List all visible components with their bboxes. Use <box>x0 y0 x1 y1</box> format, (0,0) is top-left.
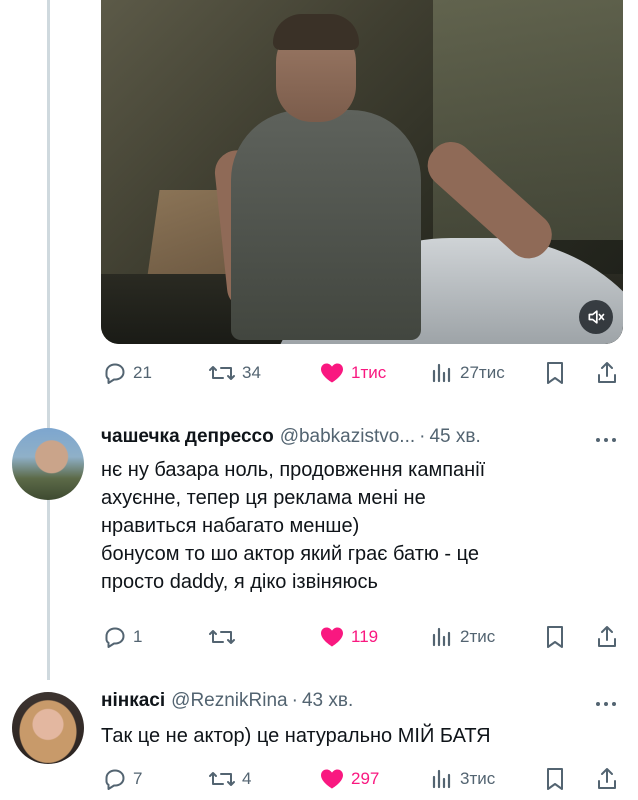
more-options-button[interactable] <box>592 430 620 450</box>
reply-action-bar: 1 119 2тис <box>100 622 625 652</box>
separator-dot: · <box>291 690 298 711</box>
analytics-icon <box>430 767 454 791</box>
speaker-muted-icon <box>586 307 606 327</box>
share-icon <box>595 624 619 650</box>
avatar[interactable] <box>12 428 84 500</box>
view-count: 2тис <box>460 627 496 646</box>
views-button[interactable]: 2тис <box>430 622 495 652</box>
share-icon <box>595 360 619 386</box>
like-count: 297 <box>351 769 380 788</box>
repost-icon <box>208 625 236 649</box>
repost-button[interactable] <box>208 622 242 652</box>
like-button[interactable]: 119 <box>319 622 378 652</box>
timestamp[interactable]: 45 хв. <box>429 426 480 448</box>
like-count: 119 <box>351 627 379 646</box>
video-scene-hair <box>273 14 359 50</box>
like-button[interactable]: 297 <box>319 764 379 794</box>
reply-text: Так це не актор) це натурально МІЙ БАТЯ <box>101 722 611 750</box>
video-scene-person <box>231 110 421 340</box>
avatar[interactable] <box>12 692 84 764</box>
reply-count: 7 <box>133 769 143 788</box>
more-options-button[interactable] <box>592 694 620 714</box>
reply-count: 21 <box>133 363 152 382</box>
reply-header: нінкасі @ReznikRina · 43 хв. <box>101 690 353 712</box>
bookmark-icon <box>543 766 567 792</box>
text-line: нравиться набагато менше) <box>101 515 360 537</box>
video-player[interactable] <box>101 0 623 344</box>
bookmark-button[interactable] <box>543 622 567 652</box>
share-button[interactable] <box>595 764 619 794</box>
text-line: бонусом то шо актор який грає батю - це <box>101 543 479 565</box>
views-button[interactable]: 3тис <box>430 764 495 794</box>
display-name[interactable]: чашечка депрессо <box>101 426 274 448</box>
repost-count: 4 <box>242 769 252 788</box>
bookmark-icon <box>543 360 567 386</box>
text-line: нє ну базара ноль, продовження кампанії <box>101 459 486 481</box>
reply-button[interactable]: 1 <box>103 622 142 652</box>
text-line: ахуєнне, тепер ця реклама мені не <box>101 487 426 509</box>
repost-icon <box>208 767 236 791</box>
share-button[interactable] <box>595 622 619 652</box>
heart-filled-icon <box>319 361 345 385</box>
reply-icon <box>103 361 127 385</box>
username[interactable]: @ReznikRina <box>171 690 287 712</box>
analytics-icon <box>430 361 454 385</box>
reply-text: нє ну базара ноль, продовження кампанії … <box>101 456 611 596</box>
heart-filled-icon <box>319 767 345 791</box>
unmute-button[interactable] <box>579 300 613 334</box>
reply-button[interactable]: 7 <box>103 764 142 794</box>
bookmark-button[interactable] <box>543 358 567 388</box>
like-count: 1тис <box>351 363 387 382</box>
heart-filled-icon <box>319 625 345 649</box>
share-icon <box>595 766 619 792</box>
display-name[interactable]: нінкасі <box>101 690 165 712</box>
bookmark-icon <box>543 624 567 650</box>
repost-button[interactable]: 4 <box>208 764 251 794</box>
view-count: 27тис <box>460 363 505 382</box>
repost-button[interactable]: 34 <box>208 358 261 388</box>
post-action-bar: 21 34 1тис 27тис <box>100 358 625 388</box>
views-button[interactable]: 27тис <box>430 358 505 388</box>
reply-count: 1 <box>133 627 143 646</box>
like-button[interactable]: 1тис <box>319 358 386 388</box>
reply-button[interactable]: 21 <box>103 358 152 388</box>
text-line: просто daddy, я діко ізвіняюсь <box>101 571 378 593</box>
reply-action-bar: 7 4 297 3тис <box>100 764 625 794</box>
share-button[interactable] <box>595 358 619 388</box>
separator-dot: · <box>419 426 426 447</box>
username[interactable]: @babkazistvo... <box>280 426 415 448</box>
bookmark-button[interactable] <box>543 764 567 794</box>
timestamp[interactable]: 43 хв. <box>302 690 353 712</box>
analytics-icon <box>430 625 454 649</box>
reply-icon <box>103 625 127 649</box>
repost-icon <box>208 361 236 385</box>
repost-count: 34 <box>242 363 261 382</box>
reply-header: чашечка депрессо @babkazistvo... · 45 хв… <box>101 426 481 448</box>
view-count: 3тис <box>460 769 496 788</box>
text-line: Так це не актор) це натурально МІЙ БАТЯ <box>101 725 491 747</box>
reply-tweet[interactable]: нінкасі @ReznikRina · 43 хв. Так це не а… <box>0 682 638 764</box>
reply-icon <box>103 767 127 791</box>
